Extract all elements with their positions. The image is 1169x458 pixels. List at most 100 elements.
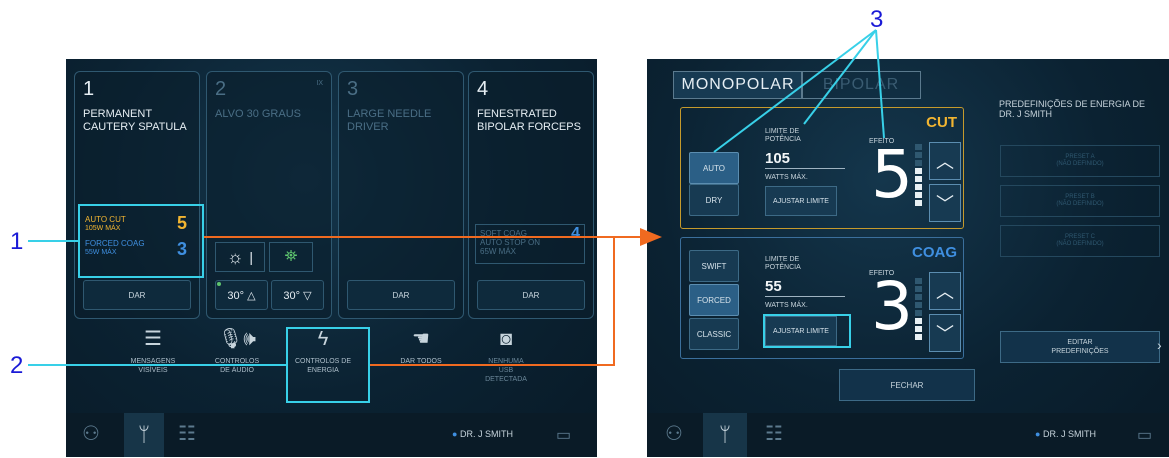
nav-audio-controls[interactable]: 🎙🕪 CONTROLOS DE ÁUDIO <box>202 327 272 375</box>
coag-decrease-button[interactable]: ﹀ <box>929 314 961 352</box>
card-number: 3 <box>347 78 359 100</box>
level-segment <box>915 152 922 158</box>
coag-mode-classic[interactable]: CLASSIC <box>689 318 739 350</box>
nav-label: USB <box>498 367 514 374</box>
level-segment <box>915 326 922 332</box>
cut-effect-value: 5 <box>871 136 913 213</box>
bipolar-max-label: 65W MÁX <box>480 247 517 256</box>
level-segment <box>915 310 922 316</box>
presets-title: PREDEFINIÇÕES DE ENERGIA DE DR. J SMITH <box>999 99 1146 119</box>
cut-mode-dry[interactable]: DRY <box>689 184 739 216</box>
user-name: ● DR. J SMITH <box>452 429 513 439</box>
preset-a-button[interactable]: PRESET A (NÃO DEFINIDO) <box>1000 145 1160 177</box>
coag-mode-swift[interactable]: SWIFT <box>689 250 739 282</box>
illuminator-button[interactable]: ⛯ <box>269 242 313 272</box>
user-icon[interactable]: ⚇ <box>665 421 683 446</box>
tab-bipolar[interactable]: BIPOLAR <box>801 71 921 99</box>
settings-sliders-icon[interactable]: ☷ <box>765 421 783 446</box>
cut-level-bars <box>915 144 922 208</box>
instrument-card-4[interactable]: 4 FENESTRATED BIPOLAR FORCEPS SOFT COAG … <box>468 71 594 319</box>
preset-label: PRESET C <box>1065 234 1095 240</box>
coag-watts-value: 55 <box>765 278 782 295</box>
cut-increase-button[interactable]: ︿ <box>929 142 961 180</box>
bottom-bar: ⚇ ᛘ ☷ ● DR. J SMITH ▭ <box>66 413 597 457</box>
cut-watts-label: WATTS MÁX. <box>765 174 808 181</box>
bipolar-mode-label: SOFT COAG <box>480 229 527 238</box>
instrument-card-3[interactable]: 3 LARGE NEEDLE DRIVER DAR <box>338 71 464 319</box>
nav-label: NENHUMA <box>488 358 524 365</box>
nav-give-all[interactable]: ☚ DAR TODOS <box>386 327 456 366</box>
nav-usb-status: ◙ NENHUMA USB DETECTADA <box>471 327 541 384</box>
user-name: ● DR. J SMITH <box>1035 429 1096 439</box>
instrument-card-1[interactable]: 1 PERMANENT CAUTERY SPATULA AUTO CUT 105… <box>74 71 200 319</box>
callout-3: 3 <box>870 6 884 33</box>
preset-label: PRESET B <box>1065 194 1095 200</box>
card-instrument-name: LARGE NEEDLE DRIVER <box>347 108 432 133</box>
level-segment <box>915 168 922 174</box>
audio-icon: 🎙🕪 <box>218 328 256 350</box>
user-name-text: DR. J SMITH <box>1042 429 1096 439</box>
card-instrument-name: FENESTRATED BIPOLAR FORCEPS <box>477 108 581 133</box>
highlight-box-2 <box>286 327 370 403</box>
level-segment <box>915 184 922 190</box>
nav-label: CONTROLOS <box>214 358 260 365</box>
cut-adjust-limit-button[interactable]: AJUSTAR LIMITE <box>765 186 837 216</box>
level-segment <box>915 334 922 340</box>
hand-icon: ☚ <box>412 328 430 350</box>
highlight-box-1 <box>78 204 204 278</box>
edit-presets-button[interactable]: EDITAR PREDEFINIÇÕES <box>1000 331 1160 363</box>
callout-1: 1 <box>10 228 24 255</box>
cut-title: CUT <box>926 114 957 131</box>
level-segment <box>915 144 922 150</box>
storage-icon: ▭ <box>556 427 572 444</box>
close-button[interactable]: FECHAR <box>839 369 975 401</box>
instruments-icon[interactable]: ᛘ <box>124 413 164 457</box>
storage-icon: ▭ <box>1137 427 1153 444</box>
coag-mode-forced[interactable]: FORCED <box>689 284 739 316</box>
nav-label: DAR TODOS <box>400 358 442 365</box>
angle-up-button[interactable]: 30° △ <box>215 280 268 310</box>
chevron-down-icon: ﹀ <box>936 194 954 214</box>
angle-down-button[interactable]: 30° ▽ <box>271 280 324 310</box>
brightness-button[interactable]: ☼ | <box>215 242 265 272</box>
level-segment <box>915 160 922 166</box>
cut-decrease-button[interactable]: ﹀ <box>929 184 961 222</box>
divider <box>765 168 845 169</box>
nav-label: DETECTADA <box>485 376 527 383</box>
instruments-icon[interactable]: ᛘ <box>703 413 747 457</box>
callout-2: 2 <box>10 352 24 379</box>
cut-limit-label: LIMITE DE POTÊNCIA <box>765 128 801 143</box>
level-segment <box>915 192 922 198</box>
level-segment <box>915 278 922 284</box>
bipolar-auto-stop-label: AUTO STOP ON <box>480 238 541 247</box>
preset-c-button[interactable]: PRESET C (NÃO DEFINIDO) <box>1000 225 1160 257</box>
give-button[interactable]: DAR <box>477 280 585 310</box>
coag-limit-label: LIMITE DE POTÊNCIA <box>765 256 801 271</box>
divider <box>765 296 845 297</box>
sun-icon: ☼ <box>226 246 244 267</box>
chevron-right-icon[interactable]: › <box>1157 337 1162 353</box>
bottom-bar: ⚇ ᛘ ☷ ● DR. J SMITH ▭ <box>647 413 1169 457</box>
light-icon: ⛯ <box>284 248 298 265</box>
cut-panel: CUT AUTO DRY LIMITE DE POTÊNCIA 105 WATT… <box>680 107 964 229</box>
give-button[interactable]: DAR <box>83 280 191 310</box>
level-segment <box>915 200 922 206</box>
coag-watts-label: WATTS MÁX. <box>765 302 808 309</box>
preset-label: (NÃO DEFINIDO) <box>1056 241 1104 247</box>
chevron-up-icon: ︿ <box>936 282 954 302</box>
settings-sliders-icon[interactable]: ☷ <box>178 421 196 446</box>
nav-label: VISÍVEIS <box>138 367 168 374</box>
active-indicator <box>217 282 221 286</box>
preset-b-button[interactable]: PRESET B (NÃO DEFINIDO) <box>1000 185 1160 217</box>
give-button[interactable]: DAR <box>347 280 455 310</box>
preset-label: (NÃO DEFINIDO) <box>1056 201 1104 207</box>
coag-increase-button[interactable]: ︿ <box>929 272 961 310</box>
level-segment <box>915 302 922 308</box>
chevron-up-icon: ︿ <box>936 152 954 172</box>
nav-visible-messages[interactable]: ☰ MENSAGENS VISÍVEIS <box>118 327 188 375</box>
instrument-card-2[interactable]: 2 IX ALVO 30 GRAUS ☼ | ⛯ 30° △ 30° ▽ <box>206 71 332 319</box>
preset-label: (NÃO DEFINIDO) <box>1056 161 1104 167</box>
user-icon[interactable]: ⚇ <box>82 421 100 446</box>
tab-monopolar[interactable]: MONOPOLAR <box>673 71 803 99</box>
cut-mode-auto[interactable]: AUTO <box>689 152 739 184</box>
